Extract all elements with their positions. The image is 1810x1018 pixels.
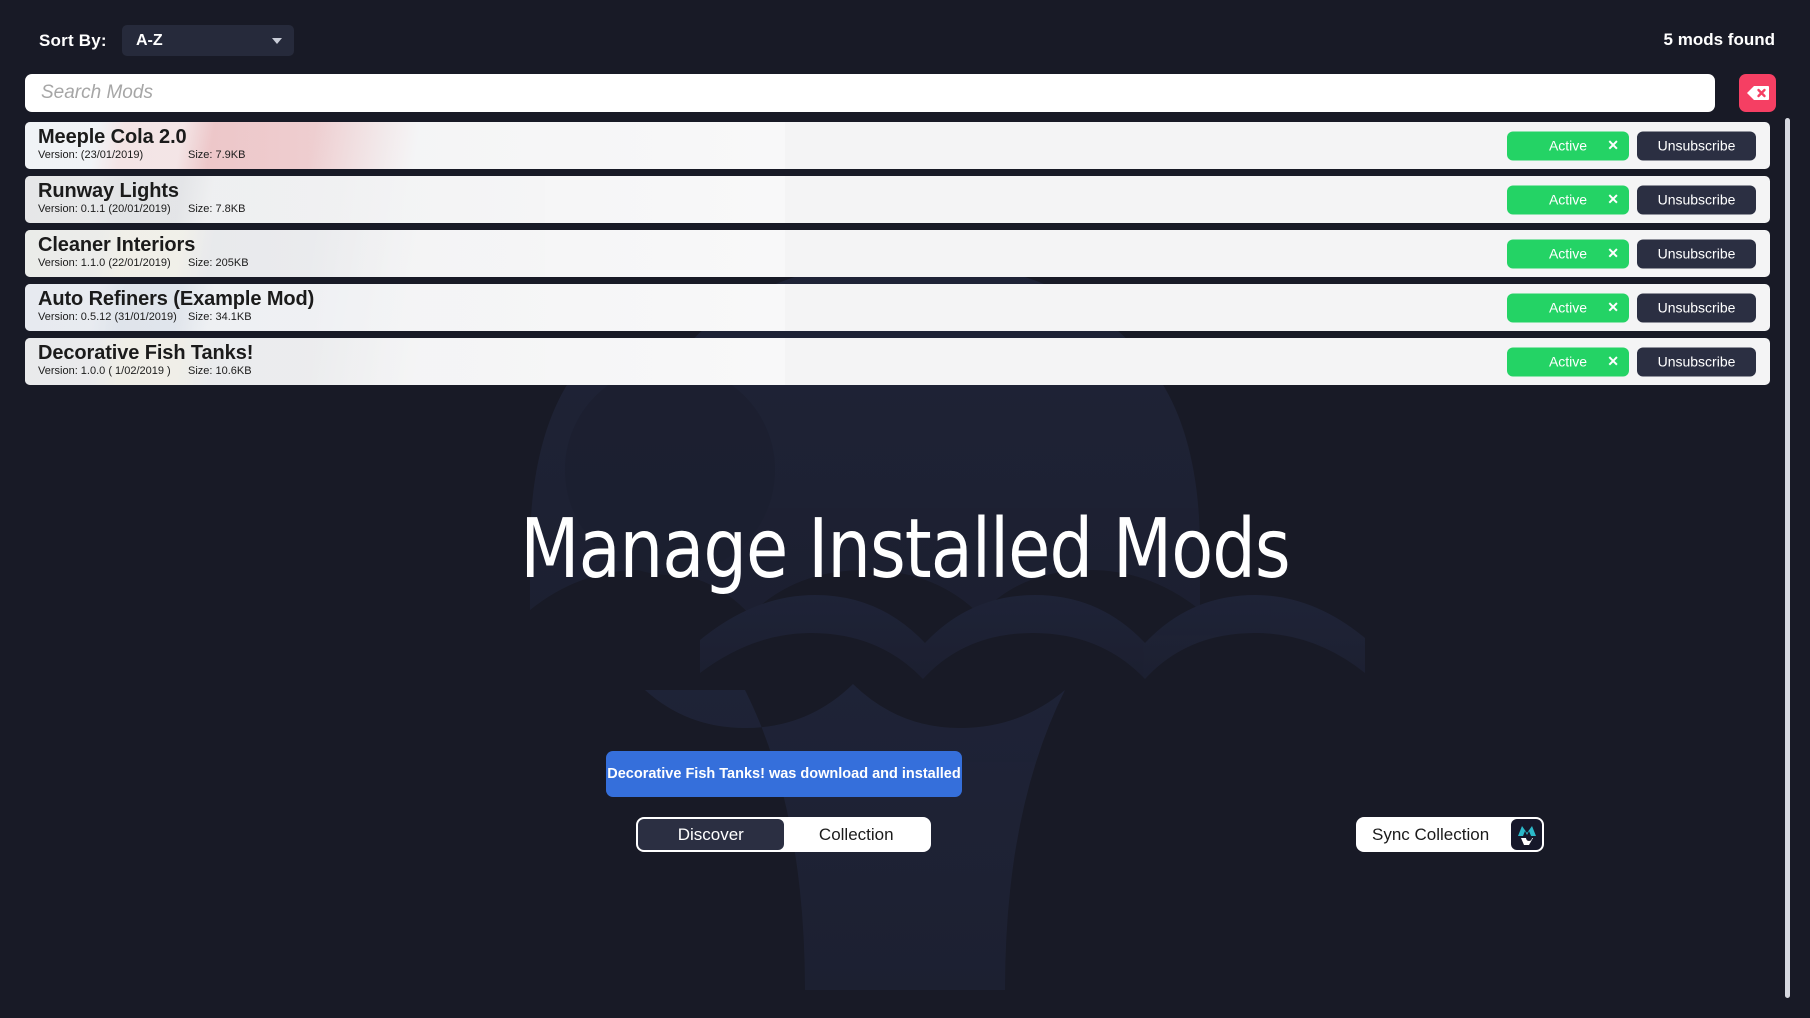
close-x-icon[interactable]: ✕ [1607,245,1619,262]
search-row [0,68,1810,114]
sync-collection-button[interactable]: Sync Collection [1356,817,1544,852]
mod-actions: Active ✕ Unsubscribe [1507,347,1756,376]
vertical-scrollbar[interactable] [1785,118,1790,998]
mod-unsubscribe-button[interactable]: Unsubscribe [1637,239,1756,268]
mod-active-toggle[interactable]: Active ✕ [1507,293,1629,322]
mod-version: Version: 1.0.0 ( 1/02/2019 ) [38,365,171,377]
close-x-icon[interactable]: ✕ [1607,191,1619,208]
mod-version: Version: 0.1.1 (20/01/2019) [38,203,171,215]
tab-collection[interactable]: Collection [783,819,929,850]
mod-actions: Active ✕ Unsubscribe [1507,293,1756,322]
chevron-down-icon [272,37,282,44]
sort-by-label: Sort By: [39,31,107,50]
mod-title: Decorative Fish Tanks! [38,342,254,364]
mod-meta: Version: 1.1.0 (22/01/2019) Size: 205KB [38,257,249,270]
clear-search-button[interactable] [1739,74,1776,112]
mod-active-label: Active [1548,299,1588,316]
mod-title: Meeple Cola 2.0 [38,126,187,148]
mod-version: Version: (23/01/2019) [38,149,144,161]
mod-actions: Active ✕ Unsubscribe [1507,185,1756,214]
mod-list: Meeple Cola 2.0 Version: (23/01/2019) Size… [25,122,1770,392]
mod-active-toggle[interactable]: Active ✕ [1507,131,1629,160]
mod-row[interactable]: Decorative Fish Tanks! Version: 1.0.0 ( 1… [25,338,1770,385]
mod-title: Cleaner Interiors [38,234,196,256]
mod-active-label: Active [1548,353,1588,370]
mod-meta: Version: 0.5.12 (31/01/2019) Size: 34.1KB [38,311,314,324]
mod-actions: Active ✕ Unsubscribe [1507,131,1756,160]
mod-row[interactable]: Auto Refiners (Example Mod) Version: 0.5.… [25,284,1770,331]
mod-info: Meeple Cola 2.0 Version: (23/01/2019) Size… [38,126,245,162]
close-x-icon[interactable]: ✕ [1607,299,1619,316]
mod-unsubscribe-button[interactable]: Unsubscribe [1637,131,1756,160]
mod-meta: Version: 0.1.1 (20/01/2019) Size: 7.8KB [38,203,245,216]
mod-active-label: Active [1548,191,1588,208]
mod-active-toggle[interactable]: Active ✕ [1507,239,1629,268]
mod-size: Size: 10.6KB [188,365,252,377]
mod-active-toggle[interactable]: Active ✕ [1507,347,1629,376]
mod-title: Auto Refiners (Example Mod) [38,288,315,310]
mod-unsubscribe-button[interactable]: Unsubscribe [1637,347,1756,376]
toast-notification: Decorative Fish Tanks! was download and … [606,751,962,797]
mod-size: Size: 7.8KB [188,203,246,215]
mod-info: Runway Lights Version: 0.1.1 (20/01/2019)… [38,180,245,216]
tab-discover[interactable]: Discover [638,819,784,850]
mod-unsubscribe-button[interactable]: Unsubscribe [1637,293,1756,322]
mod-version: Version: 1.1.0 (22/01/2019) [38,257,171,269]
mod-actions: Active ✕ Unsubscribe [1507,239,1756,268]
mod-info: Auto Refiners (Example Mod) Version: 0.5.… [38,288,314,324]
sort-by-dropdown[interactable]: A-Z [122,25,294,56]
sync-collection-label: Sync Collection [1372,824,1490,844]
mod-version: Version: 0.5.12 (31/01/2019) [38,311,177,323]
mod-title: Runway Lights [38,180,179,202]
backspace-delete-icon [1746,86,1769,100]
mod-size: Size: 34.1KB [188,311,252,323]
close-x-icon[interactable]: ✕ [1607,353,1619,370]
mod-active-label: Active [1548,137,1588,154]
view-segmented-control: Discover Collection [636,817,931,852]
mods-found-count: 5 mods found [1663,30,1775,49]
mod-row[interactable]: Meeple Cola 2.0 Version: (23/01/2019) Size… [25,122,1770,169]
mod-active-label: Active [1548,245,1588,262]
mod-row[interactable]: Runway Lights Version: 0.1.1 (20/01/2019)… [25,176,1770,223]
mod-row[interactable]: Cleaner Interiors Version: 1.1.0 (22/01/2… [25,230,1770,277]
mod-meta: Version: (23/01/2019) Size: 7.9KB [38,149,245,162]
mod-meta: Version: 1.0.0 ( 1/02/2019 ) Size: 10.6KB [38,365,253,378]
sort-by-value: A-Z [136,31,163,49]
mod-info: Cleaner Interiors Version: 1.1.0 (22/01/2… [38,234,249,270]
mod-active-toggle[interactable]: Active ✕ [1507,185,1629,214]
mod-size: Size: 7.9KB [188,149,246,161]
search-input[interactable] [25,74,1715,112]
mod-unsubscribe-button[interactable]: Unsubscribe [1637,185,1756,214]
mod-size: Size: 205KB [188,257,249,269]
mod-info: Decorative Fish Tanks! Version: 1.0.0 ( 1… [38,342,253,378]
mod-io-logo-icon [1511,819,1542,850]
page-title: Manage Installed Mods [520,502,1290,597]
close-x-icon[interactable]: ✕ [1607,137,1619,154]
top-bar: Sort By: A-Z 5 mods found [0,0,1810,58]
